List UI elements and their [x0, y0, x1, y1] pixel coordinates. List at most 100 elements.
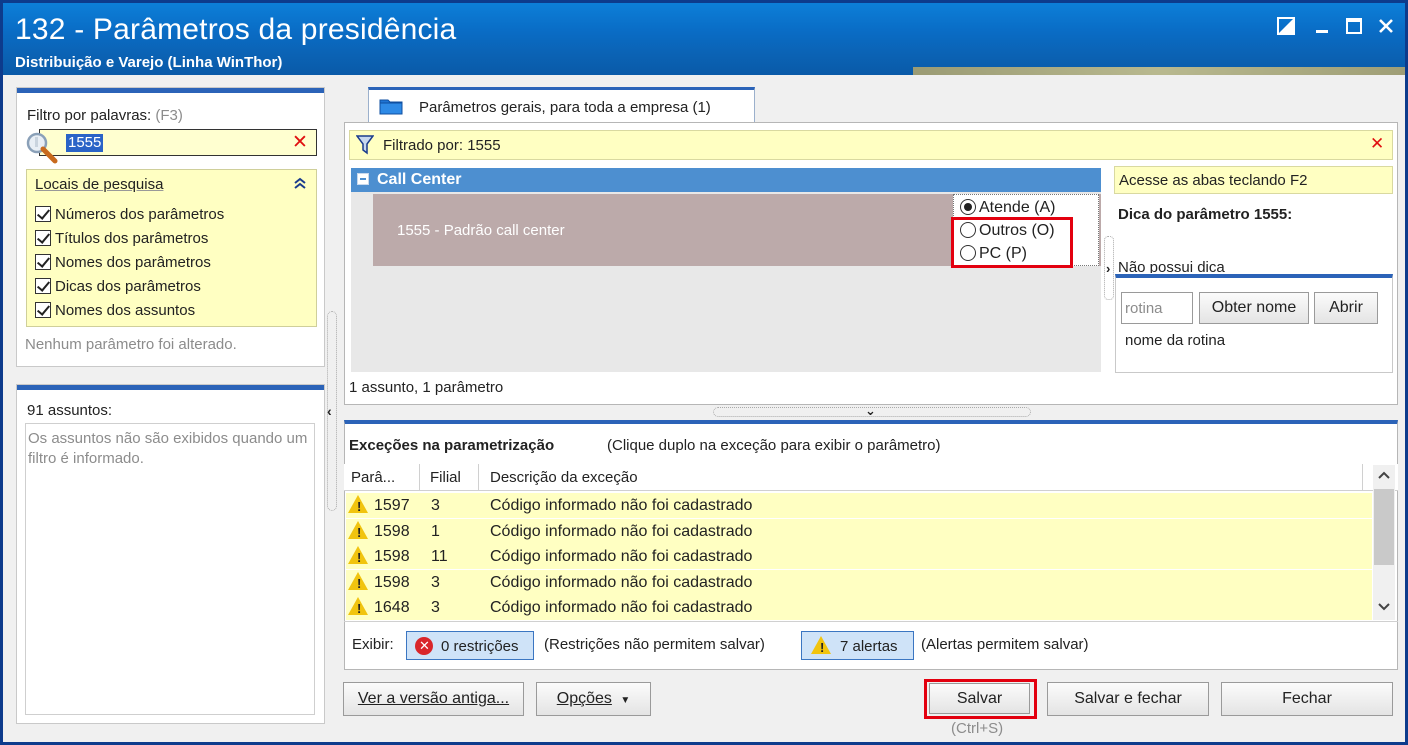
checkbox-checked-icon[interactable] — [35, 206, 51, 222]
location-label: Números dos parâmetros — [55, 206, 225, 223]
close-icon[interactable] — [1373, 15, 1399, 41]
location-checkbox-tips[interactable]: Dicas dos parâmetros — [35, 278, 201, 300]
col-description[interactable]: Descrição da exceção — [490, 469, 638, 486]
location-label: Nomes dos parâmetros — [55, 254, 211, 271]
collapse-left-icon[interactable]: ‹ — [327, 403, 332, 419]
location-label: Nomes dos assuntos — [55, 302, 196, 319]
options-label: Opções — [556, 690, 612, 707]
cell-param: 1598 — [374, 574, 410, 591]
hint-text-value: Não possui dica — [1118, 259, 1225, 273]
minimize-icon[interactable] — [1309, 15, 1335, 41]
clear-filter-icon[interactable]: ✕ — [292, 131, 308, 154]
search-locations-box: Locais de pesquisa Números dos parâmetro… — [26, 169, 317, 327]
cell-param: 1598 — [374, 548, 410, 565]
divider — [344, 621, 1398, 622]
warning-icon: ! — [348, 546, 370, 566]
filter-input[interactable]: 1555 ✕ — [39, 129, 317, 156]
checkbox-checked-icon[interactable] — [35, 278, 51, 294]
get-name-button[interactable]: Obter nome — [1199, 292, 1309, 324]
subjects-list[interactable]: Os assuntos não são exibidos quando um f… — [25, 423, 315, 715]
col-param[interactable]: Parâ... — [351, 469, 395, 486]
scroll-thumb[interactable] — [1374, 489, 1394, 565]
remove-filter-icon[interactable]: ✕ — [1370, 134, 1384, 154]
location-checkbox-numbers[interactable]: Números dos parâmetros — [35, 206, 224, 228]
scroll-down-icon[interactable] — [1377, 600, 1391, 617]
save-hotkey: (Ctrl+S) — [951, 720, 1004, 737]
warning-icon: ! — [348, 521, 370, 541]
col-filial[interactable]: Filial — [430, 469, 461, 486]
options-button[interactable]: Opções ▼ — [536, 682, 651, 716]
filter-label-text: Filtro por palavras: — [27, 107, 152, 124]
group-title: Call Center — [377, 171, 462, 188]
location-checkbox-titles[interactable]: Títulos dos parâmetros — [35, 230, 208, 252]
chevron-down-icon[interactable]: ⌄ — [865, 403, 876, 419]
decorative-strip — [913, 67, 1405, 75]
alerts-note: (Alertas permitem salvar) — [921, 636, 1089, 653]
cell-filial: 3 — [431, 599, 440, 616]
expand-hint-icon[interactable]: › — [1106, 261, 1110, 276]
title-bar: 132 - Parâmetros da presidência Distribu… — [3, 3, 1405, 75]
maximize-icon[interactable] — [1341, 15, 1367, 41]
cell-description: Código informado não foi cadastrado — [490, 574, 753, 591]
collapse-icon[interactable] — [293, 176, 307, 194]
checkbox-checked-icon[interactable] — [35, 302, 51, 318]
group-header-call-center[interactable]: Call Center — [351, 168, 1101, 192]
collapse-group-icon[interactable] — [357, 173, 369, 185]
cell-description: Código informado não foi cadastrado — [490, 548, 753, 565]
routine-lookup-panel: rotina Obter nome Abrir nome da rotina — [1115, 274, 1393, 373]
panel-accent-bar — [17, 88, 324, 93]
scroll-up-icon[interactable] — [1377, 469, 1391, 484]
old-version-button[interactable]: Ver a versão antiga... — [343, 682, 524, 716]
callout-highlight-save — [924, 679, 1037, 719]
restrictions-toggle-button[interactable]: ✕ 0 restrições — [406, 631, 534, 660]
callout-highlight-options — [951, 217, 1073, 268]
table-scrollbar[interactable] — [1373, 465, 1395, 620]
radio-selected-icon[interactable] — [960, 199, 976, 215]
filter-hotkey: (F3) — [155, 107, 183, 124]
search-icon — [25, 131, 58, 164]
tab-general-parameters[interactable]: Parâmetros gerais, para toda a empresa (… — [368, 87, 755, 123]
open-button[interactable]: Abrir — [1314, 292, 1378, 324]
filter-funnel-icon — [356, 135, 374, 155]
alerts-toggle-button[interactable]: ! 7 alertas — [801, 631, 914, 660]
restrictions-label: 0 restrições — [441, 638, 519, 655]
app-window: 132 - Parâmetros da presidência Distribu… — [0, 0, 1408, 745]
routine-input[interactable]: rotina — [1121, 292, 1193, 324]
exceptions-subtitle: (Clique duplo na exceção para exibir o p… — [607, 437, 941, 454]
table-row[interactable]: ! 1648 3 Código informado não foi cadast… — [346, 595, 1372, 620]
restrictions-note: (Restrições não permitem salvar) — [544, 636, 765, 653]
locations-title: Locais de pesquisa — [35, 176, 164, 193]
cell-filial: 11 — [431, 548, 448, 565]
error-icon: ✕ — [415, 637, 433, 655]
filter-input-value[interactable]: 1555 — [66, 134, 104, 152]
cell-description: Código informado não foi cadastrado — [490, 599, 753, 616]
cell-param: 1597 — [374, 497, 410, 514]
cell-description: Código informado não foi cadastrado — [490, 497, 753, 514]
routine-input-placeholder: rotina — [1125, 300, 1163, 317]
close-button[interactable]: Fechar — [1221, 682, 1393, 716]
table-row[interactable]: ! 1598 1 Código informado não foi cadast… — [346, 519, 1372, 544]
location-checkbox-names[interactable]: Nomes dos parâmetros — [35, 254, 211, 276]
table-row[interactable]: ! 1597 3 Código informado não foi cadast… — [346, 493, 1372, 518]
table-row[interactable]: ! 1598 3 Código informado não foi cadast… — [346, 570, 1372, 595]
option-label: Atende (A) — [979, 199, 1056, 216]
warning-icon: ! — [348, 597, 370, 617]
hint-text: Não possui dica — [1118, 259, 1392, 273]
window-title: 132 - Parâmetros da presidência — [15, 13, 457, 46]
table-row[interactable]: ! 1598 11 Código informado não foi cadas… — [346, 544, 1372, 569]
column-divider — [419, 464, 420, 490]
show-label: Exibir: — [352, 636, 394, 653]
window-subtitle: Distribuição e Varejo (Linha WinThor) — [15, 54, 283, 71]
location-checkbox-subjects[interactable]: Nomes dos assuntos — [35, 302, 195, 324]
folder-icon — [379, 99, 403, 115]
filtered-by-bar: Filtrado por: 1555 ✕ — [349, 130, 1393, 160]
filtered-by-text: Filtrado por: 1555 — [383, 137, 501, 154]
restore-layout-icon[interactable] — [1273, 15, 1299, 41]
option-atende[interactable]: Atende (A) — [960, 199, 1055, 217]
hint-title: Dica do parâmetro 1555: — [1118, 206, 1293, 223]
save-and-close-button[interactable]: Salvar e fechar — [1047, 682, 1209, 716]
checkbox-checked-icon[interactable] — [35, 254, 51, 270]
checkbox-checked-icon[interactable] — [35, 230, 51, 246]
footer-count: 1 assunto, 1 parâmetro — [349, 379, 504, 396]
location-label: Títulos dos parâmetros — [55, 230, 209, 247]
